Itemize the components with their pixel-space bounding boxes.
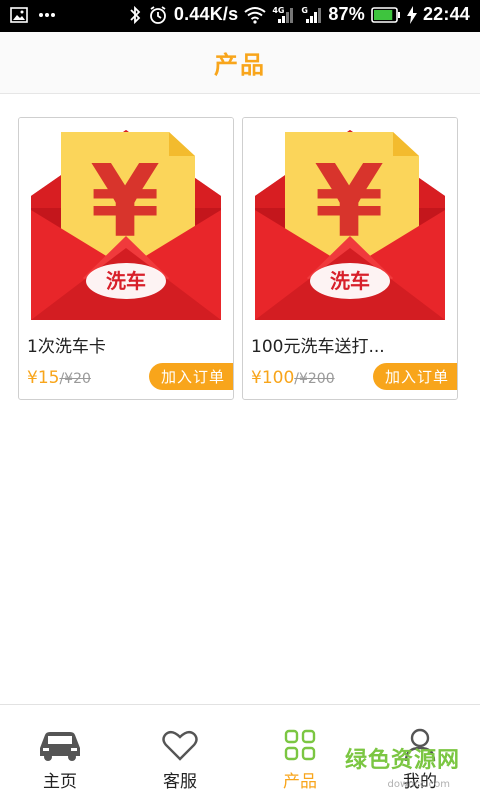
network-type-label: 4G [272,5,285,15]
image-notification-icon [10,7,28,23]
alarm-icon [148,5,168,25]
original-price: /¥200 [294,371,335,387]
grid-icon [284,727,316,763]
status-bar: 0.44K/s 4G G 87% 22:44 [0,0,480,32]
red-envelope-image: ¥ 洗车 [243,118,457,320]
network-type-label: G [301,5,308,15]
battery-percent: 87% [328,4,365,24]
original-price: /¥20 [59,371,91,387]
add-to-order-button[interactable]: 加入订单 [373,363,457,390]
watermark-sub: downcc.com [387,779,450,790]
signal-4g-icon: 4G [272,6,294,24]
watermark-text: 绿色资源网 [344,748,460,773]
nav-item-service[interactable]: 客服 [120,705,240,800]
product-price: ¥100/¥200 [251,368,335,388]
add-to-order-button[interactable]: 加入订单 [149,363,233,390]
page-title: 产品 [214,51,266,79]
status-left [10,7,56,23]
nav-label: 客服 [163,772,197,792]
current-price: ¥15 [27,368,60,388]
car-icon [36,727,84,763]
battery-icon [371,6,401,23]
red-envelope-image: ¥ 洗车 [19,118,233,320]
page-header: 产品 [0,32,480,94]
product-card[interactable]: ¥ 洗车 100元洗车送打... ¥100/¥200 加入订单 [242,117,458,400]
wifi-icon [244,6,266,24]
product-price: ¥15/¥20 [27,368,91,388]
bluetooth-icon [128,5,142,25]
nav-item-home[interactable]: 主页 [0,705,120,800]
product-list: ¥ 洗车 1次洗车卡 ¥15/¥20 加入订单 ¥ 洗车 100元洗车送打...… [0,94,480,704]
nav-label: 产品 [283,772,317,792]
current-price: ¥100 [251,368,295,388]
logo-text: 洗车 [330,269,370,293]
clock-time: 22:44 [422,4,470,24]
status-right: 0.44K/s 4G G 87% 22:44 [128,4,470,25]
more-notifications-icon [38,12,56,18]
logo-text: 洗车 [106,269,146,293]
bottom-navigation: 主页 客服 产品 我的 绿色资源网 downcc.com [0,704,480,800]
nav-item-products[interactable]: 产品 [240,705,360,800]
network-speed: 0.44K/s [173,4,239,24]
charging-icon [406,5,417,24]
product-name: 100元洗车送打... [251,337,385,357]
product-card[interactable]: ¥ 洗车 1次洗车卡 ¥15/¥20 加入订单 [18,117,234,400]
heart-icon [162,727,198,763]
nav-label: 主页 [43,772,77,792]
product-name: 1次洗车卡 [27,337,106,357]
signal-g-icon: G [300,6,322,24]
